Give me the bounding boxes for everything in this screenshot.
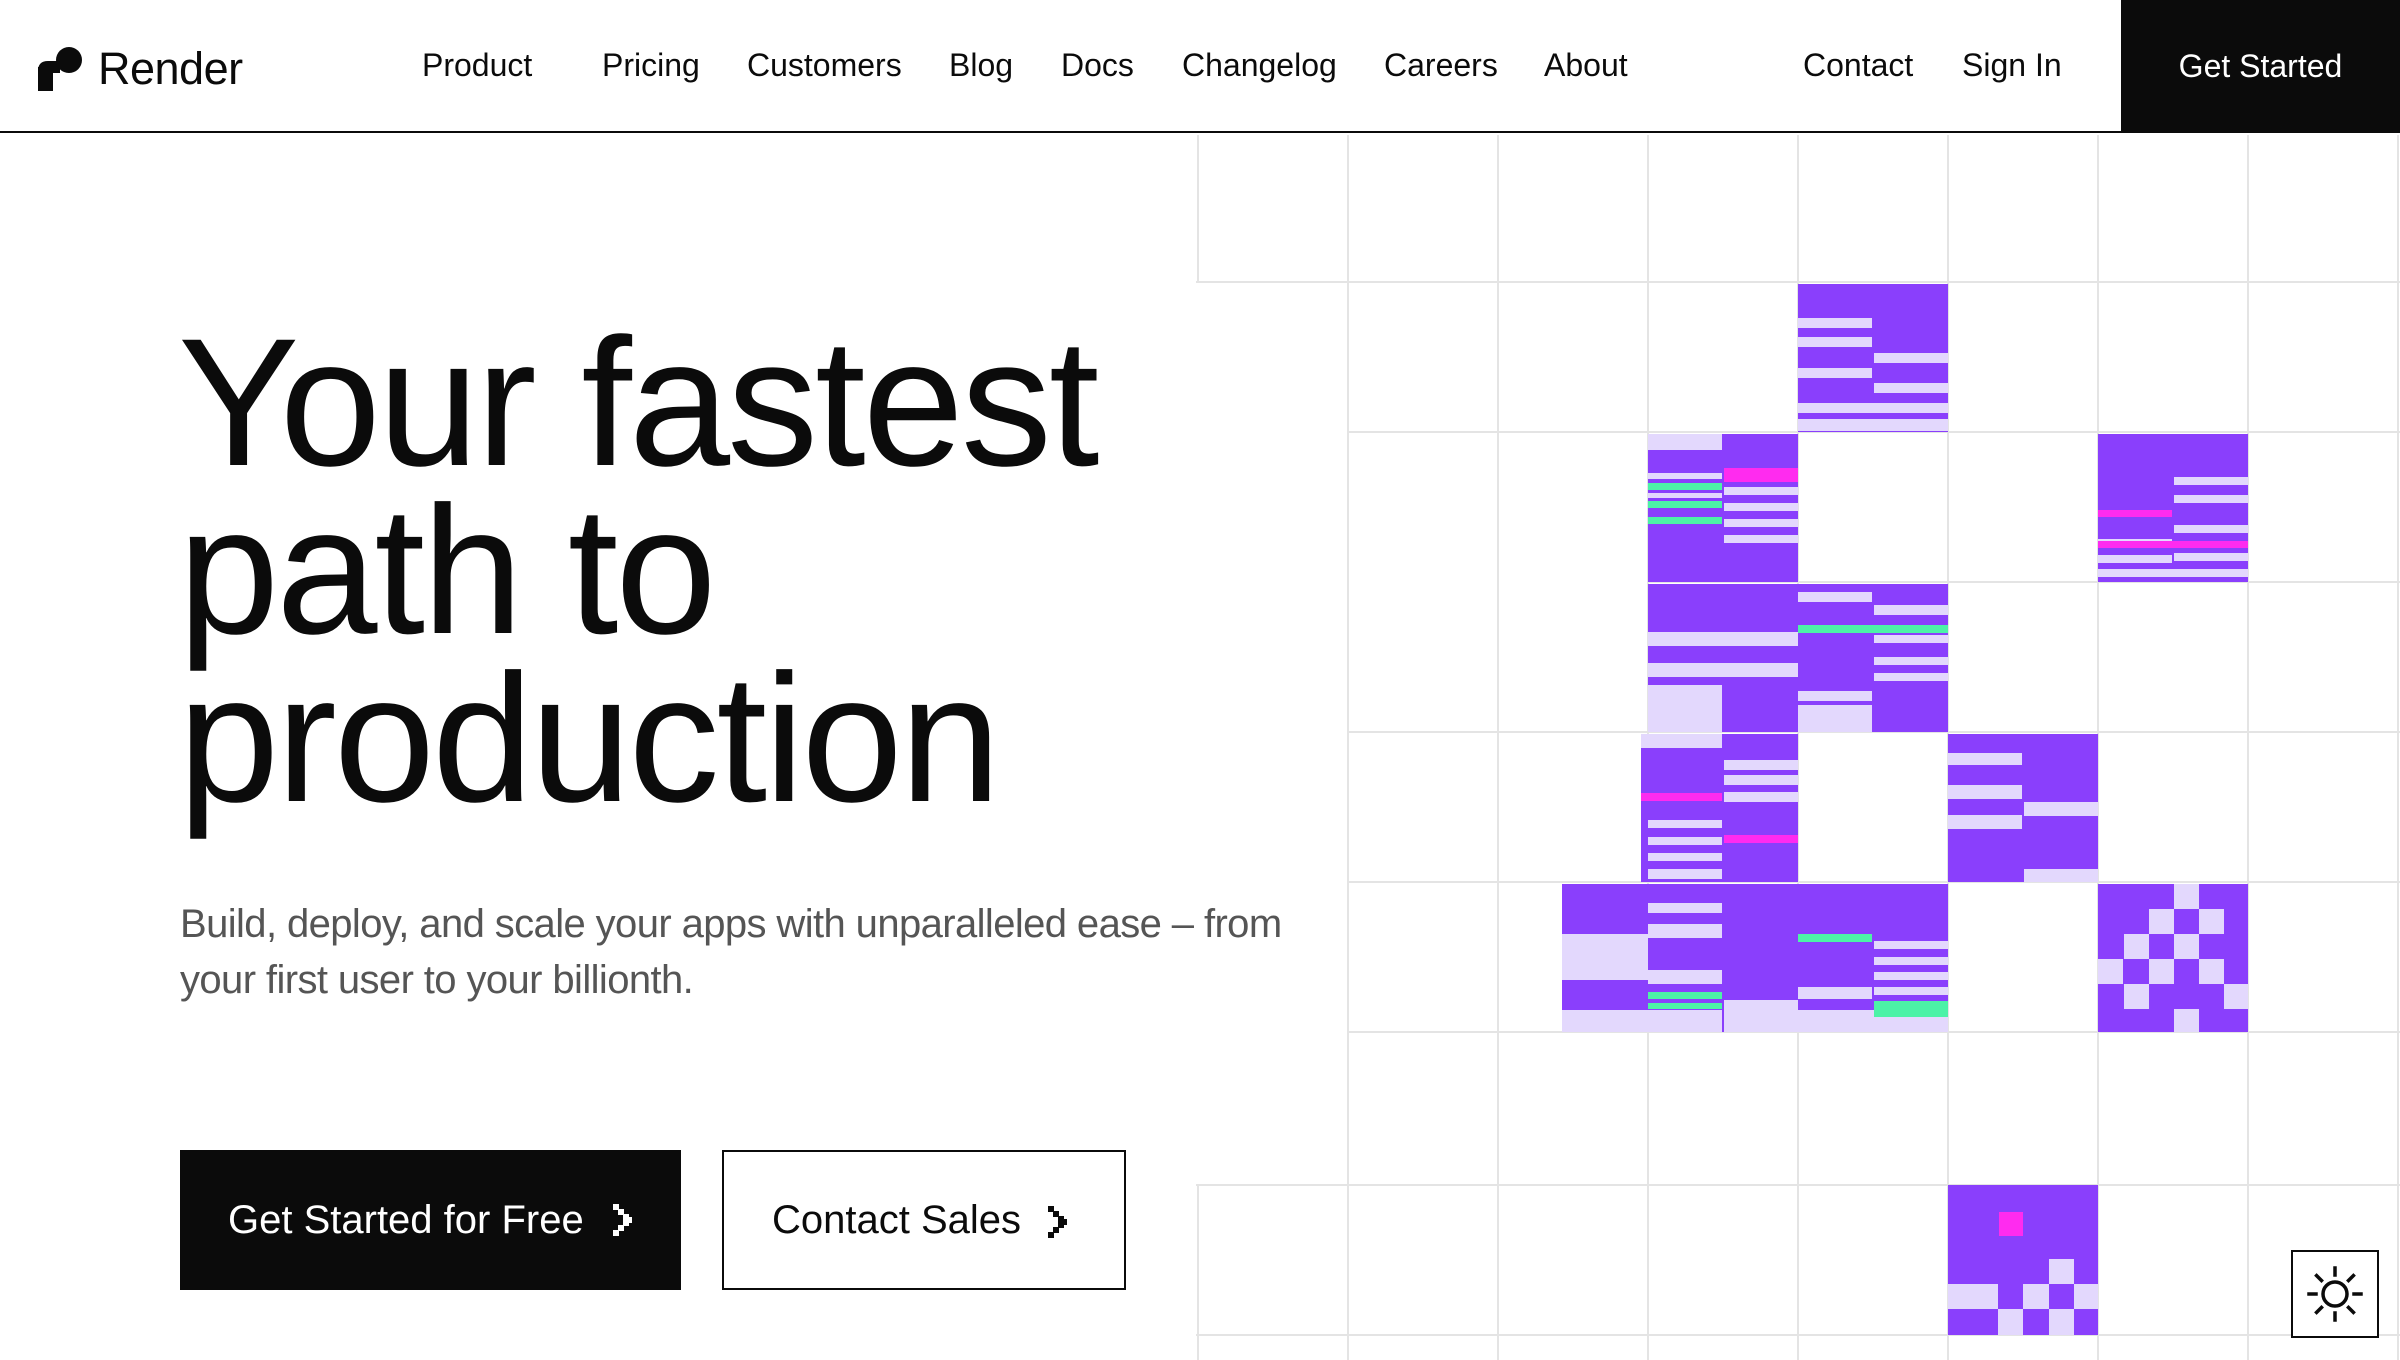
- nav-blog[interactable]: Blog: [949, 44, 1013, 86]
- contact-sales-button[interactable]: Contact Sales: [722, 1150, 1126, 1290]
- nav-docs[interactable]: Docs: [1061, 44, 1134, 86]
- get-started-free-label: Get Started for Free: [228, 1197, 584, 1242]
- nav-customers[interactable]: Customers: [747, 44, 902, 86]
- logo-link[interactable]: Render: [38, 43, 243, 94]
- headline-line: production: [178, 636, 1001, 840]
- hero-pixel-graphic: [1196, 135, 2400, 1360]
- get-started-button[interactable]: Get Started: [2121, 0, 2400, 133]
- site-header: Render Product Pricing Customers Blog Do…: [0, 0, 2400, 133]
- nav-product[interactable]: Product: [422, 44, 532, 86]
- headline-line: path to: [178, 468, 717, 672]
- chevron-right-icon: [1048, 1206, 1067, 1238]
- nav-changelog[interactable]: Changelog: [1182, 44, 1337, 86]
- pixel-grid-illustration: [1196, 135, 2400, 1360]
- nav-pricing[interactable]: Pricing: [602, 44, 700, 86]
- hero-headline: Your fastest path to production: [178, 300, 1318, 840]
- sun-icon: [2307, 1266, 2363, 1322]
- headline-line: Your fastest: [178, 300, 1099, 504]
- render-logo-icon: [38, 47, 82, 91]
- brand-name: Render: [98, 43, 243, 94]
- chevron-right-icon: [613, 1204, 632, 1236]
- get-started-free-button[interactable]: Get Started for Free: [180, 1150, 681, 1290]
- nav-contact[interactable]: Contact: [1803, 44, 1913, 86]
- nav-careers[interactable]: Careers: [1384, 44, 1498, 86]
- nav-about[interactable]: About: [1544, 44, 1628, 86]
- nav-sign-in[interactable]: Sign In: [1962, 44, 2062, 86]
- hero-subtitle: Build, deploy, and scale your apps with …: [180, 902, 1282, 1002]
- contact-sales-label: Contact Sales: [772, 1197, 1022, 1242]
- theme-toggle-button[interactable]: [2291, 1250, 2379, 1338]
